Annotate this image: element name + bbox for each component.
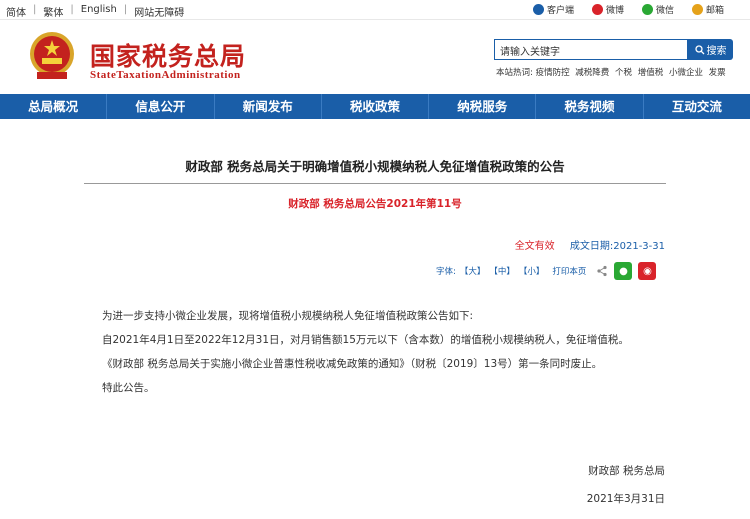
sign-date: 2021年3月31日 — [586, 493, 665, 505]
accessibility-link[interactable]: 网站无障碍 — [134, 4, 184, 19]
paragraph: 《财政部 税务总局关于实施小微企业普惠性税收减免政策的通知》（财税〔2019〕1… — [102, 358, 603, 370]
font-small-button[interactable]: 【小】 — [519, 265, 545, 277]
signer: 财政部 税务总局 — [588, 465, 665, 477]
site-title[interactable]: 国家税务总局 — [90, 37, 246, 73]
client-link[interactable]: 客户端 — [532, 3, 574, 16]
wechat-share-icon[interactable]: ● — [614, 262, 633, 280]
article-subtitle: 财政部 税务总局公告2021年第11号 — [288, 198, 462, 210]
lang-traditional[interactable]: 繁体 — [43, 4, 63, 19]
wechat-link[interactable]: 微信 — [641, 3, 674, 16]
article-tools: 字体: 【大】 【中】 【小】 打印本页 ● ◉ — [436, 262, 657, 280]
weibo-link[interactable]: 微博 — [591, 3, 624, 16]
wechat-icon — [641, 4, 653, 15]
nav-item-overview[interactable]: 总局概况 — [0, 94, 108, 119]
paragraph: 为进一步支持小微企业发展，现将增值税小规模纳税人免征增值税政策公告如下: — [102, 310, 474, 322]
article-date: 成文日期:2021-3-31 — [569, 241, 665, 252]
font-label: 字体: — [436, 267, 456, 277]
top-utility-bar: 简体 | 繁体 | English | 网站无障碍 客户端 微博 微信 邮箱 — [0, 0, 750, 20]
lang-simplified[interactable]: 简体 — [6, 4, 26, 19]
paragraph: 特此公告。 — [102, 382, 155, 394]
hot-word[interactable]: 减税降费 — [575, 68, 609, 78]
nav-item-policy[interactable]: 税收政策 — [322, 94, 430, 119]
share-icon[interactable] — [596, 265, 608, 277]
font-medium-button[interactable]: 【中】 — [489, 265, 515, 277]
lang-english[interactable]: English — [81, 4, 117, 19]
hot-word[interactable]: 小微企业 — [669, 68, 703, 78]
search-button[interactable]: 搜索 — [688, 39, 733, 60]
font-large-button[interactable]: 【大】 — [460, 265, 486, 277]
print-button[interactable]: 打印本页 — [552, 265, 586, 277]
hot-words: 本站热词: 疫情防控 减税降费 个税 增值税 小微企业 发票 — [496, 68, 726, 78]
weibo-share-icon[interactable]: ◉ — [638, 262, 657, 280]
validity-badge: 全文有效 — [514, 241, 555, 252]
article-body: 为进一步支持小微企业发展，现将增值税小规模纳税人免征增值税政策公告如下: 自20… — [84, 306, 666, 402]
national-emblem-logo[interactable] — [27, 30, 77, 82]
top-right-links: 客户端 微博 微信 邮箱 — [515, 3, 724, 16]
search-icon — [694, 44, 704, 54]
nav-item-news[interactable]: 新闻发布 — [215, 94, 322, 119]
mail-icon — [691, 4, 703, 15]
article-status: 全文有效 成文日期:2021-3-31 — [515, 237, 665, 252]
language-links: 简体 | 繁体 | English | 网站无障碍 — [6, 4, 185, 19]
hot-word[interactable]: 个税 — [615, 68, 632, 78]
signature-block: 财政部 税务总局 2021年3月31日 — [587, 463, 665, 519]
mail-link[interactable]: 邮箱 — [691, 3, 724, 16]
nav-item-info[interactable]: 信息公开 — [107, 94, 215, 119]
title-divider — [84, 183, 666, 184]
hot-word[interactable]: 增值税 — [638, 68, 664, 78]
mobile-icon — [532, 4, 544, 15]
hot-word[interactable]: 发票 — [709, 68, 726, 78]
article-title: 财政部 税务总局关于明确增值税小规模纳税人免征增值税政策的公告 — [185, 159, 565, 174]
weibo-icon — [591, 4, 603, 15]
site-title-english: StateTaxationAdministration — [90, 69, 241, 81]
search-input[interactable]: 请输入关键字 — [494, 39, 688, 60]
nav-item-service[interactable]: 纳税服务 — [429, 94, 537, 119]
paragraph: 自2021年4月1日至2022年12月31日，对月销售额15万元以下（含本数）的… — [102, 334, 629, 346]
hot-word[interactable]: 疫情防控 — [536, 68, 570, 78]
nav-item-video[interactable]: 税务视频 — [536, 94, 644, 119]
main-nav: 总局概况 信息公开 新闻发布 税收政策 纳税服务 税务视频 互动交流 — [0, 94, 750, 119]
nav-item-interaction[interactable]: 互动交流 — [644, 94, 750, 119]
